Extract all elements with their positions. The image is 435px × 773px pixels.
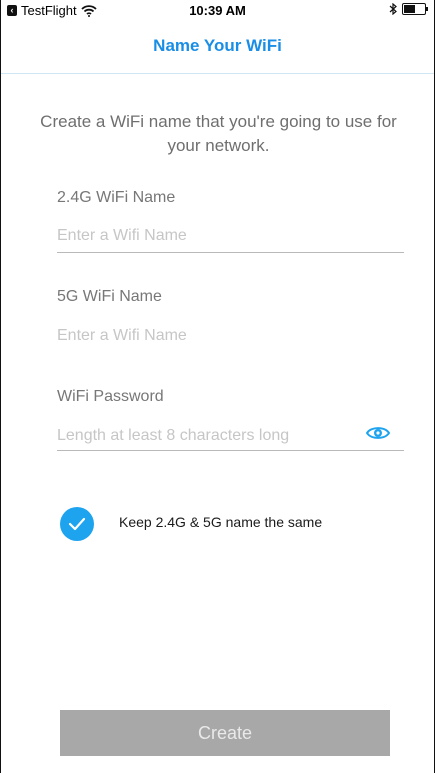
same-name-checkbox[interactable] [60, 507, 94, 541]
eye-icon[interactable] [366, 425, 390, 441]
wifi-5-label: 5G WiFi Name [57, 288, 162, 305]
status-right [389, 3, 428, 15]
nav-divider [1, 73, 434, 74]
app-screen: ‹ TestFlight 10:39 AM Name Your WiFi Cre… [0, 0, 435, 773]
battery-icon [402, 3, 428, 15]
create-button[interactable]: Create [60, 710, 390, 756]
page-title: Name Your WiFi [153, 36, 282, 55]
wifi-24-input[interactable] [57, 227, 357, 245]
password-input[interactable] [57, 427, 357, 445]
same-name-label: Keep 2.4G & 5G name the same [119, 514, 323, 530]
status-bar: ‹ TestFlight 10:39 AM [1, 0, 434, 20]
wifi-24-label: 2.4G WiFi Name [57, 189, 176, 206]
wifi-5-input[interactable] [57, 327, 357, 345]
password-underline [57, 450, 404, 451]
checkmark-icon [68, 517, 86, 531]
password-label: WiFi Password [57, 388, 164, 405]
intro-text: Create a WiFi name that you're going to … [40, 112, 397, 155]
wifi-24-underline [57, 252, 404, 253]
status-time: 10:39 AM [189, 3, 246, 18]
bluetooth-icon [389, 3, 397, 15]
